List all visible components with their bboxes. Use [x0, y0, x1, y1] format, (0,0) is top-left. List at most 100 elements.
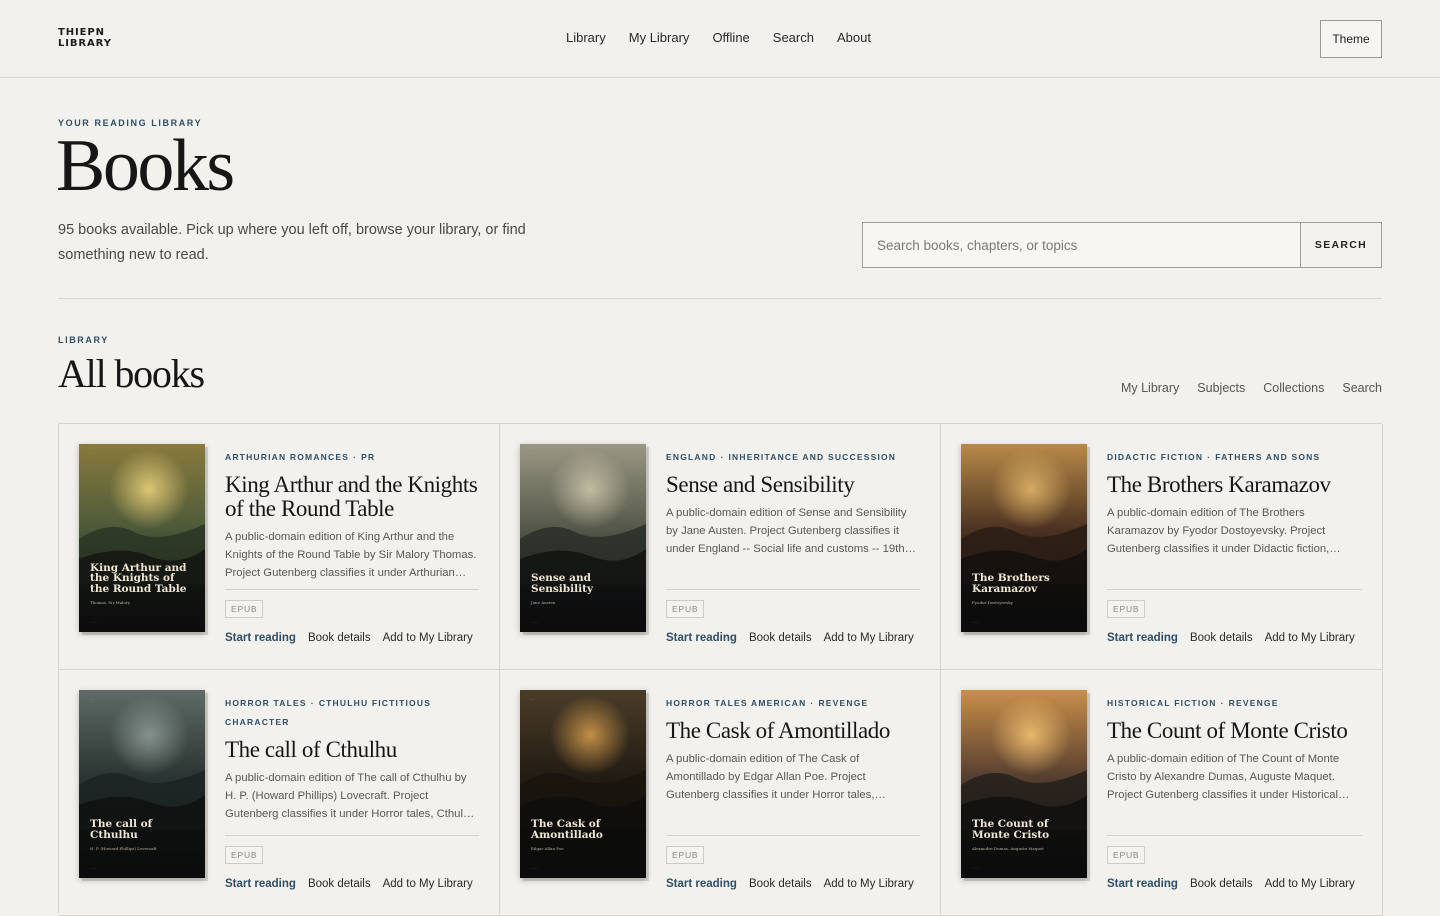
section-link-my-library[interactable]: My Library	[1121, 381, 1179, 395]
format-badge: EPUB	[225, 600, 264, 618]
cover-author: Alexandre Dumas, Auguste Maquet	[972, 846, 1044, 851]
add-to-library-link[interactable]: Add to My Library	[1265, 878, 1355, 890]
start-reading-link[interactable]: Start reading	[666, 878, 737, 890]
book-cover[interactable]: ····· Sense and Sensibility Jane Austen …	[520, 444, 646, 632]
book-cover[interactable]: ····· The Brothers Karamazov Fyodor Dost…	[961, 444, 1087, 632]
card-footer: EPUB Start reading Book details Add to M…	[666, 589, 920, 644]
start-reading-link[interactable]: Start reading	[225, 878, 296, 890]
format-badge: EPUB	[1107, 846, 1146, 864]
book-actions: Start reading Book details Add to My Lib…	[225, 632, 473, 644]
cover-publisher: ·····	[971, 451, 976, 455]
section-title: All books	[58, 351, 205, 396]
tag-separator: ·	[353, 452, 358, 462]
add-to-library-link[interactable]: Add to My Library	[1265, 632, 1355, 644]
add-to-library-link[interactable]: Add to My Library	[824, 878, 914, 890]
book-description: A public-domain edition of The Count of …	[1107, 753, 1340, 801]
book-description: A public-domain edition of The Brothers …	[1107, 507, 1330, 555]
book-description: A public-domain edition of The call of C…	[225, 772, 476, 820]
book-details-link[interactable]: Book details	[749, 878, 812, 890]
cover-author: H. P. (Howard Phillips) Lovecraft	[90, 846, 157, 851]
book-tag[interactable]: FATHERS AND SONS	[1215, 452, 1320, 462]
nav-search[interactable]: Search	[773, 30, 814, 45]
book-details-link[interactable]: Book details	[1190, 878, 1253, 890]
add-to-library-link[interactable]: Add to My Library	[383, 632, 473, 644]
section-link-subjects[interactable]: Subjects	[1197, 381, 1245, 395]
start-reading-link[interactable]: Start reading	[1107, 632, 1178, 644]
add-to-library-link[interactable]: Add to My Library	[824, 632, 914, 644]
cover-author: Thomas, Sir Malory	[90, 600, 130, 605]
book-title[interactable]: The call of Cthulhu	[225, 738, 479, 762]
book-title[interactable]: King Arthur and the Knights of the Round…	[225, 473, 479, 521]
book-tags: HISTORICAL FICTION · REVENGE	[1107, 694, 1362, 713]
book-title[interactable]: The Brothers Karamazov	[1107, 473, 1362, 497]
top-bar: THIEPN LIBRARY Library My Library Offlin…	[0, 0, 1440, 78]
book-tag[interactable]: HISTORICAL FICTION	[1107, 698, 1217, 708]
format-badge: EPUB	[666, 846, 705, 864]
add-to-library-link[interactable]: Add to My Library	[383, 878, 473, 890]
book-title[interactable]: The Count of Monte Cristo	[1107, 719, 1362, 743]
section-eyebrow: LIBRARY	[58, 335, 109, 345]
section-link-collections[interactable]: Collections	[1263, 381, 1324, 395]
section-link-search[interactable]: Search	[1342, 381, 1382, 395]
book-tag[interactable]: REVENGE	[1229, 698, 1279, 708]
format-badge: EPUB	[1107, 600, 1146, 618]
cover-footer: ·······	[972, 866, 979, 870]
book-tag[interactable]: REVENGE	[818, 698, 868, 708]
book-info: HISTORICAL FICTION · REVENGE The Count of …	[1107, 694, 1362, 804]
book-title[interactable]: Sense and Sensibility	[666, 473, 920, 497]
book-tag[interactable]: HORROR TALES	[225, 698, 307, 708]
search-button[interactable]: SEARCH	[1300, 223, 1381, 267]
cover-title: The call of Cthulhu	[90, 818, 153, 841]
section-links: My Library Subjects Collections Search	[1121, 381, 1382, 395]
brand-line-2: LIBRARY	[58, 38, 112, 49]
book-tag[interactable]: PR	[361, 452, 375, 462]
book-actions: Start reading Book details Add to My Lib…	[225, 878, 473, 890]
cover-title: Sense and Sensibility	[531, 572, 594, 595]
cover-publisher: ·····	[89, 697, 94, 701]
book-actions: Start reading Book details Add to My Lib…	[666, 632, 914, 644]
book-cover[interactable]: ····· The Cask of Amontillado Edgar Alla…	[520, 690, 646, 878]
book-tag[interactable]: HORROR TALES AMERICAN	[666, 698, 806, 708]
nav-about[interactable]: About	[837, 30, 871, 45]
cover-title: The Count of Monte Cristo	[972, 818, 1050, 841]
nav-offline[interactable]: Offline	[712, 30, 749, 45]
cover-publisher: ·····	[971, 697, 976, 701]
page-title: Books	[56, 125, 235, 207]
hero-description: 95 books available. Pick up where you le…	[58, 222, 526, 263]
theme-button[interactable]: Theme	[1320, 20, 1382, 58]
book-title[interactable]: The Cask of Amontillado	[666, 719, 920, 743]
cover-publisher: ·····	[89, 451, 94, 455]
book-cover[interactable]: ····· King Arthur and the Knights of the…	[79, 444, 205, 632]
cover-title: The Brothers Karamazov	[972, 572, 1050, 595]
book-tag[interactable]: INHERITANCE AND SUCCESSION	[728, 452, 896, 462]
cover-footer: ·······	[90, 620, 97, 624]
book-actions: Start reading Book details Add to My Lib…	[666, 878, 914, 890]
search-input[interactable]	[863, 223, 1300, 267]
book-tag[interactable]: ENGLAND	[666, 452, 716, 462]
nav-my-library[interactable]: My Library	[629, 30, 690, 45]
book-details-link[interactable]: Book details	[749, 632, 812, 644]
book-tag[interactable]: ARTHURIAN ROMANCES	[225, 452, 349, 462]
book-tag[interactable]: DIDACTIC FICTION	[1107, 452, 1203, 462]
start-reading-link[interactable]: Start reading	[225, 632, 296, 644]
book-card: ····· King Arthur and the Knights of the…	[59, 424, 500, 670]
tag-separator: ·	[810, 698, 815, 708]
cover-footer: ·······	[531, 866, 538, 870]
brand-logo[interactable]: THIEPN LIBRARY	[58, 27, 128, 49]
card-footer: EPUB Start reading Book details Add to M…	[1107, 835, 1362, 890]
book-details-link[interactable]: Book details	[308, 878, 371, 890]
book-details-link[interactable]: Book details	[308, 632, 371, 644]
book-cover[interactable]: ····· The call of Cthulhu H. P. (Howard …	[79, 690, 205, 878]
start-reading-link[interactable]: Start reading	[666, 632, 737, 644]
book-tags: HORROR TALES · CTHULHU FICTITIOUS CHARACTE…	[225, 694, 479, 732]
card-footer: EPUB Start reading Book details Add to M…	[1107, 589, 1362, 644]
book-cover[interactable]: ····· The Count of Monte Cristo Alexandr…	[961, 690, 1087, 878]
divider	[58, 298, 1382, 299]
book-details-link[interactable]: Book details	[1190, 632, 1253, 644]
book-tags: HORROR TALES AMERICAN · REVENGE	[666, 694, 920, 713]
book-info: ARTHURIAN ROMANCES · PR King Arthur and th…	[225, 448, 479, 582]
start-reading-link[interactable]: Start reading	[1107, 878, 1178, 890]
cover-publisher: ·····	[530, 697, 535, 701]
nav-library[interactable]: Library	[566, 30, 606, 45]
book-tags: ENGLAND · INHERITANCE AND SUCCESSION	[666, 448, 920, 467]
